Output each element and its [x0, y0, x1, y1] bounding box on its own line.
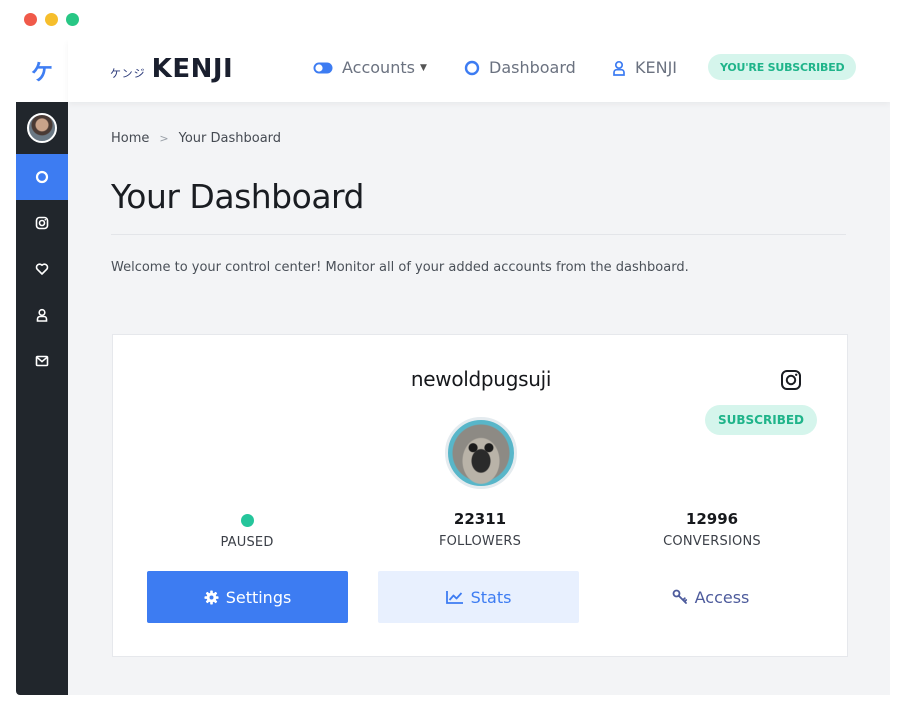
- heart-icon: [35, 263, 49, 275]
- subscription-status-badge: YOU'RE SUBSCRIBED: [708, 54, 857, 80]
- user-icon: [613, 60, 625, 76]
- access-button[interactable]: Access: [610, 571, 811, 623]
- page-title: Your Dashboard: [111, 177, 364, 216]
- account-avatar: [445, 417, 517, 489]
- nav-user-label: KENJI: [635, 58, 678, 77]
- sidebar-logo[interactable]: ケ: [16, 40, 68, 102]
- nav-accounts-dropdown[interactable]: Accounts ▼: [313, 58, 427, 77]
- circle-icon: [464, 60, 480, 75]
- close-window-button[interactable]: [24, 13, 37, 26]
- stat-conversions: 12996 CONVERSIONS: [612, 510, 812, 549]
- nav-accounts-label: Accounts: [342, 58, 415, 77]
- sidebar-item-profile[interactable]: [16, 292, 68, 338]
- welcome-text: Welcome to your control center! Monitor …: [111, 260, 689, 275]
- brand-kana: ケンジ: [110, 67, 146, 80]
- key-icon: [672, 589, 687, 604]
- sidebar-item-instagram[interactable]: [16, 200, 68, 246]
- instagram-icon: [35, 216, 49, 230]
- account-name: newoldpugsuji: [410, 367, 552, 391]
- stat-followers: 22311 FOLLOWERS: [380, 510, 580, 549]
- stats-button-label: Stats: [470, 587, 512, 607]
- stats-button[interactable]: Stats: [378, 571, 579, 623]
- stat-followers-label: FOLLOWERS: [438, 534, 522, 549]
- instagram-icon[interactable]: [780, 369, 802, 391]
- mail-icon: [35, 355, 49, 367]
- sidebar-item-dashboard[interactable]: [16, 154, 68, 200]
- stat-followers-value: 22311: [453, 510, 507, 528]
- nav-dashboard-label: Dashboard: [489, 58, 576, 77]
- sidebar-item-favorites[interactable]: [16, 246, 68, 292]
- brand-logo[interactable]: ケンジ KENJI: [110, 54, 233, 84]
- toggle-icon: [313, 62, 333, 73]
- access-button-label: Access: [694, 587, 750, 607]
- brand-name: KENJI: [151, 54, 234, 84]
- circle-icon: [35, 170, 49, 184]
- status-dot: [240, 514, 254, 527]
- stat-status-label: PAUSED: [220, 535, 274, 550]
- settings-button-label: Settings: [225, 587, 292, 607]
- window-titlebar: [0, 0, 904, 40]
- stat-conversions-label: CONVERSIONS: [663, 534, 761, 549]
- title-divider: [111, 234, 846, 235]
- user-icon: [36, 308, 48, 322]
- stat-conversions-value: 12996: [685, 510, 739, 528]
- sidebar-item-messages[interactable]: [16, 338, 68, 384]
- gear-icon: [204, 589, 219, 605]
- breadcrumb-home-link[interactable]: Home: [111, 131, 149, 146]
- chevron-right-icon: >: [159, 132, 169, 145]
- stat-status: PAUSED: [147, 510, 347, 550]
- line-chart-icon: [445, 591, 463, 604]
- avatar[interactable]: [27, 113, 57, 143]
- settings-button[interactable]: Settings: [147, 571, 348, 623]
- sidebar-avatar-slot[interactable]: [16, 102, 68, 154]
- top-navbar: ケンジ KENJI Accounts ▼ Dashboard KENJI YOU…: [68, 40, 890, 102]
- maximize-window-button[interactable]: [66, 13, 79, 26]
- sidebar: ケ: [16, 40, 68, 695]
- app-window: ケ ケンジ KENJI Accounts ▼ Dashboard KENJI Y…: [16, 40, 890, 695]
- breadcrumb-current: Your Dashboard: [178, 131, 282, 146]
- account-subscribed-badge: SUBSCRIBED: [705, 405, 817, 435]
- nav-dashboard-link[interactable]: Dashboard: [464, 58, 576, 77]
- account-card: newoldpugsuji SUBSCRIBED PAUSED 22311 FO…: [112, 334, 848, 657]
- breadcrumb: Home > Your Dashboard: [111, 131, 281, 146]
- chevron-down-icon: ▼: [419, 62, 427, 73]
- minimize-window-button[interactable]: [45, 13, 58, 26]
- nav-user-link[interactable]: KENJI: [612, 58, 677, 77]
